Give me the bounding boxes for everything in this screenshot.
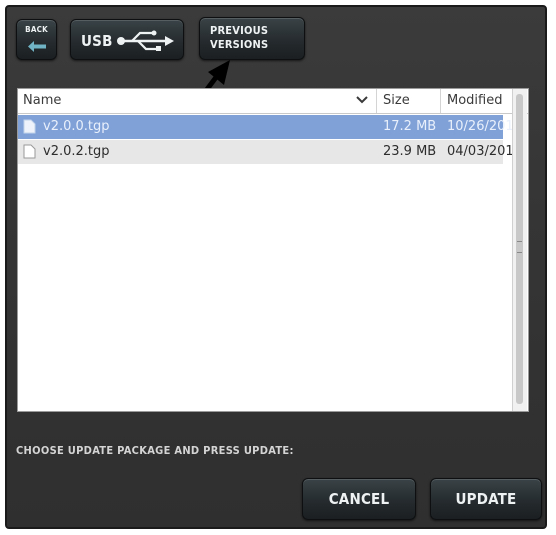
file-name: v2.0.2.tgp	[43, 144, 110, 159]
file-modified: 04/03/2018	[447, 144, 522, 159]
previous-versions-label-line1: PREVIOUS	[210, 24, 269, 37]
back-arrow-icon	[28, 41, 46, 52]
file-row[interactable]: v2.0.2.tgp 23.9 MB 04/03/2018	[18, 140, 522, 164]
back-button[interactable]: BACK	[16, 19, 57, 60]
file-row-selected[interactable]: v2.0.0.tgp 17.2 MB 10/26/2017	[18, 115, 522, 139]
column-divider	[440, 89, 441, 113]
file-size: 17.2 MB	[383, 119, 437, 134]
cancel-button-label: CANCEL	[328, 490, 390, 508]
column-name-header[interactable]: Name	[23, 93, 61, 108]
column-modified-header[interactable]: Modified	[447, 93, 502, 108]
file-name: v2.0.0.tgp	[43, 119, 110, 134]
instruction-text: CHOOSE UPDATE PACKAGE AND PRESS UPDATE:	[16, 444, 294, 457]
previous-versions-label-line2: VERSIONS	[210, 38, 269, 51]
back-button-label: BACK	[25, 25, 48, 34]
usb-button[interactable]: USB	[70, 19, 184, 60]
file-icon	[23, 144, 36, 159]
previous-versions-button[interactable]: PREVIOUS VERSIONS	[199, 17, 305, 60]
cancel-button[interactable]: CANCEL	[302, 478, 416, 520]
file-list[interactable]: Name Size Modified v2.0.0.tgp 17.2 MB 10…	[17, 88, 529, 412]
previous-versions-label: PREVIOUS VERSIONS	[210, 24, 268, 52]
usb-button-label: USB	[81, 32, 113, 50]
column-divider	[376, 89, 377, 113]
file-list-header: Name Size Modified	[18, 89, 528, 114]
update-button[interactable]: UPDATE	[430, 478, 542, 520]
file-icon	[23, 119, 36, 134]
file-modified: 10/26/2017	[447, 119, 522, 134]
column-size-header[interactable]: Size	[383, 93, 410, 108]
scrollbar-grip-icon	[517, 241, 522, 253]
vertical-scrollbar[interactable]	[512, 89, 527, 411]
file-size: 23.9 MB	[383, 144, 437, 159]
usb-icon	[117, 30, 174, 51]
update-button-label: UPDATE	[455, 490, 517, 508]
sort-chevron-icon[interactable]	[356, 95, 368, 105]
